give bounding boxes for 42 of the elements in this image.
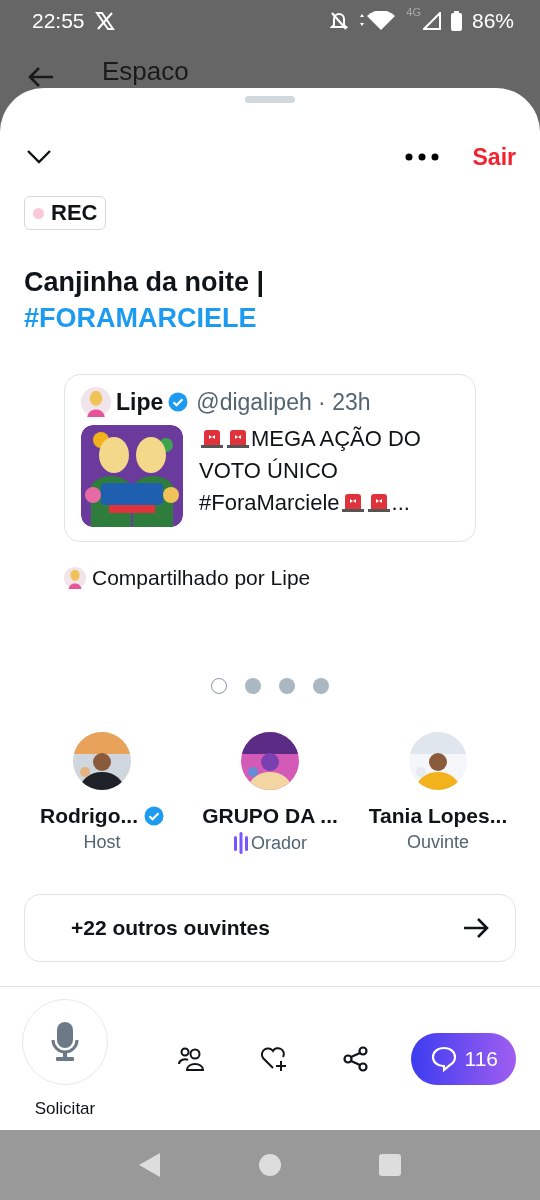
muted-bell-icon (330, 11, 349, 31)
leave-button[interactable]: Sair (472, 143, 516, 171)
participant-role: Ouvinte (406, 832, 469, 853)
tweet-text: MEGA AÇÃO DO VOTO ÚNICO #ForaMarciele ... (199, 424, 422, 517)
participant-role: Host (83, 832, 121, 853)
x-logo-icon (94, 11, 115, 31)
request-label: Solicitar (34, 1099, 96, 1119)
comments-button[interactable]: 116 (410, 1033, 516, 1085)
shared-by-text: Compartilhado por Lipe (92, 566, 311, 590)
heart-plus-icon (260, 1046, 288, 1072)
battery-icon (450, 11, 462, 31)
drag-handle[interactable] (245, 96, 295, 103)
participant-name[interactable]: Rodrigo... (40, 804, 138, 828)
space-title: Canjinha da noite | (24, 266, 266, 299)
home-nav-icon[interactable] (259, 1154, 281, 1176)
arrow-right-icon (463, 917, 489, 939)
page-dot[interactable] (245, 678, 261, 694)
more-icon[interactable] (404, 153, 439, 161)
tweet-author: Lipe (116, 388, 164, 416)
tweet-handle: @digalipeh · 23h (196, 388, 371, 416)
people-icon (178, 1046, 206, 1072)
chat-bubble-icon (430, 1046, 457, 1072)
back-nav-icon[interactable] (139, 1153, 161, 1177)
participant-name[interactable]: GRUPO DA ... (202, 804, 338, 828)
battery-level: 86% (471, 9, 514, 33)
recording-label: REC (51, 200, 98, 226)
listeners-button[interactable]: +22 outros ouvintes (24, 894, 516, 962)
microphone-icon (51, 1022, 79, 1062)
signal-icon (422, 12, 441, 30)
status-time: 22:55 (32, 9, 85, 33)
page-title: Espaco (102, 56, 189, 86)
wifi-icon (358, 11, 397, 31)
participant-role: Orador (251, 832, 307, 854)
network-type: 4G (406, 6, 421, 18)
page-dot[interactable] (313, 678, 329, 694)
page-dot[interactable] (279, 678, 295, 694)
share-icon (343, 1046, 369, 1072)
pinned-tweet-card[interactable]: Lipe @digalipeh · 23h MEGA AÇÃO DO VOTO ÚNICO #ForaMarciele ... (64, 374, 476, 542)
back-icon (28, 66, 54, 88)
participant-name[interactable]: Tania Lopes... (368, 804, 508, 828)
page-dot[interactable] (211, 678, 227, 694)
collapse-chevron-icon[interactable] (26, 149, 52, 165)
